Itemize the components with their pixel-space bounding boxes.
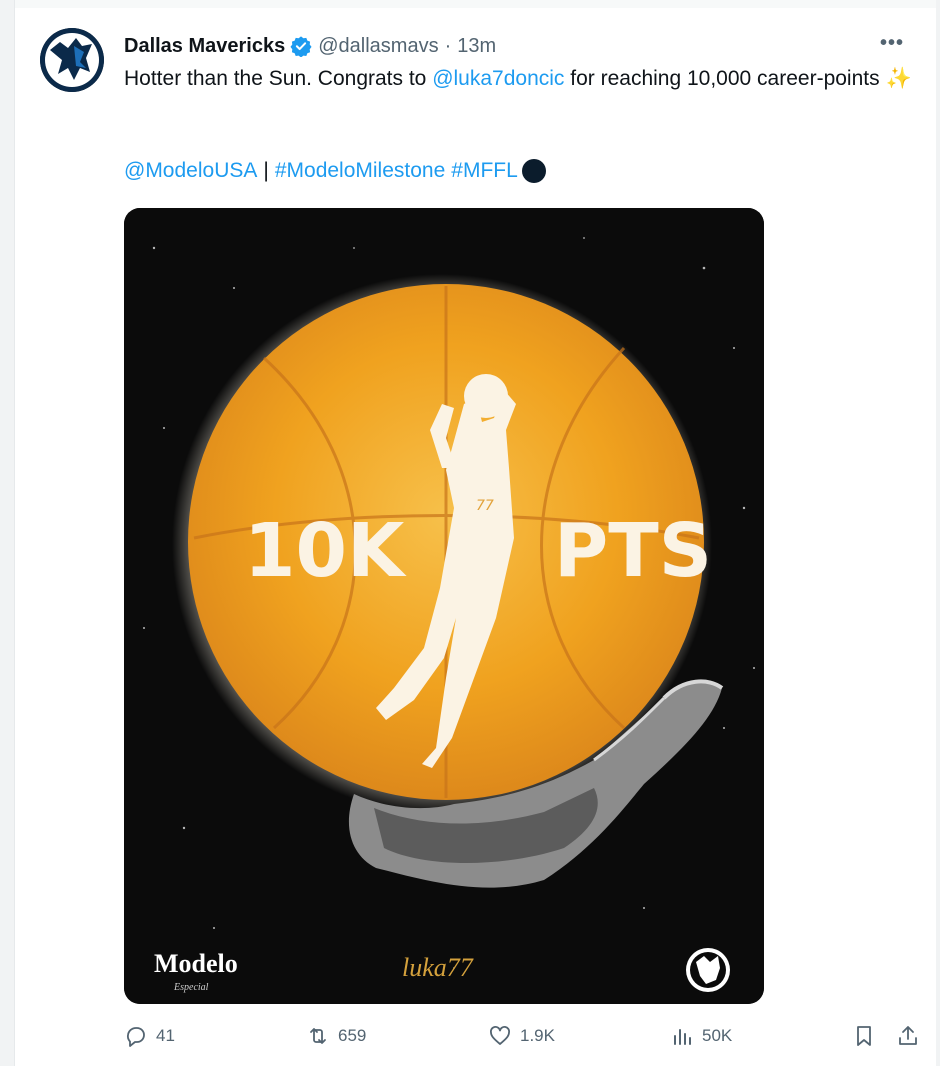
sponsor-brand: Modelo xyxy=(154,949,238,978)
mention-link[interactable]: @luka7doncic xyxy=(432,67,564,90)
jersey-number: 77 xyxy=(476,498,494,514)
author-name[interactable]: Dallas Mavericks xyxy=(124,35,285,58)
mavericks-logo-icon xyxy=(40,28,104,92)
tweet-tags: @ModeloUSA | #ModeloMilestone #MFFL xyxy=(124,156,546,186)
more-options-button[interactable]: ••• xyxy=(880,32,904,55)
share-icon xyxy=(899,1026,917,1045)
repost-icon xyxy=(310,1028,326,1044)
avatar[interactable] xyxy=(40,28,104,92)
bookmark-button[interactable] xyxy=(852,1024,884,1048)
reply-button[interactable]: 41 xyxy=(124,1024,175,1048)
window-left-edge xyxy=(0,0,15,1066)
tweet-text: Hotter than the Sun. Congrats to @luka7d… xyxy=(124,64,924,94)
milestone-left-text: 10K xyxy=(244,508,407,594)
tweet-text-prefix: Hotter than the Sun. Congrats to xyxy=(124,67,433,90)
tweet-actions: 41 659 1.9K 50K xyxy=(124,1024,924,1060)
repost-count: 659 xyxy=(338,1026,367,1045)
bookmark-icon xyxy=(857,1026,871,1046)
tweet-text-suffix: for reaching 10,000 career-points xyxy=(564,67,880,90)
author-handle[interactable]: @dallasmavs xyxy=(318,35,438,58)
views-button[interactable]: 50K xyxy=(670,1024,732,1048)
milestone-right-text: PTS xyxy=(554,508,712,594)
hashtag-link[interactable]: #ModeloMilestone xyxy=(275,156,445,186)
repost-button[interactable]: 659 xyxy=(306,1024,366,1048)
milestone-graphic: 77 10K PTS Modelo Especial luka77 xyxy=(124,208,764,1004)
window-right-edge xyxy=(936,0,940,1066)
tag-separator: | xyxy=(263,159,269,182)
meta-separator: · xyxy=(444,34,452,57)
reply-icon xyxy=(127,1027,145,1047)
views-icon xyxy=(674,1029,691,1045)
player-signature: luka77 xyxy=(402,953,474,982)
reply-count: 41 xyxy=(156,1026,175,1045)
window-top-edge xyxy=(0,0,940,8)
mavericks-hashflag-icon xyxy=(521,159,546,183)
like-count: 1.9K xyxy=(520,1026,555,1045)
tweet-image[interactable]: 77 10K PTS Modelo Especial luka77 xyxy=(124,208,764,1004)
like-button[interactable]: 1.9K xyxy=(488,1024,555,1048)
sponsor-sub: Especial xyxy=(173,982,209,993)
hashtag-link[interactable]: #MFFL xyxy=(451,156,518,186)
tag-mention-link[interactable]: @ModeloUSA xyxy=(124,156,257,186)
share-button[interactable] xyxy=(896,1024,928,1048)
mavericks-corner-logo-icon xyxy=(686,948,730,992)
heart-icon xyxy=(490,1026,510,1045)
tweet-time[interactable]: 13m xyxy=(457,35,496,58)
sparkles-emoji: ✨ xyxy=(885,67,912,90)
tweet-header: Dallas Mavericks @dallasmavs · 13m ••• xyxy=(124,32,920,60)
verified-badge-icon xyxy=(290,36,312,57)
views-count: 50K xyxy=(702,1026,733,1045)
